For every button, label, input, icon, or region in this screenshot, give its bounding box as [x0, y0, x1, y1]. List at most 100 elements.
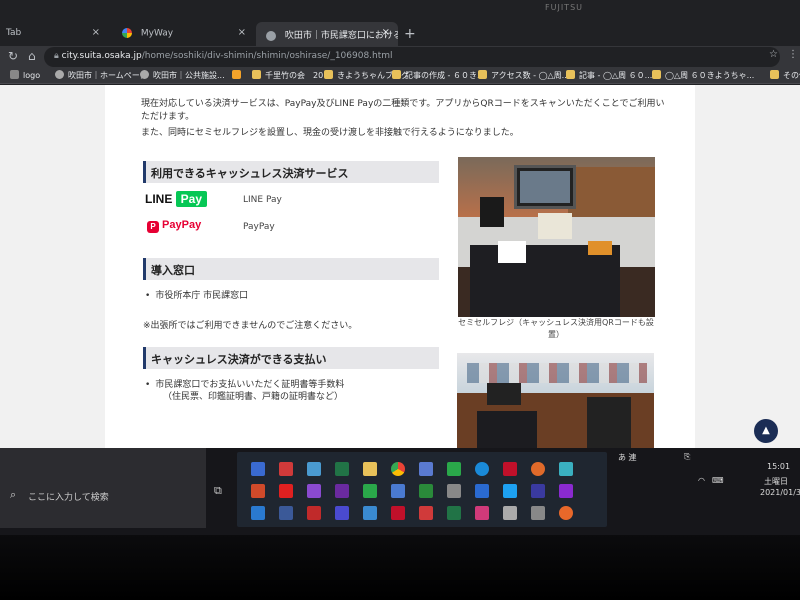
app-icon[interactable]	[559, 462, 573, 476]
app-icon[interactable]	[307, 506, 321, 520]
clock-time[interactable]: 15:01	[767, 462, 790, 471]
bookmark-logo[interactable]: logo	[10, 70, 40, 80]
bookmark-suita-home[interactable]: 吹田市｜ホームページ	[55, 70, 148, 81]
notification-icon[interactable]: ⎘	[684, 452, 690, 462]
taskbar-search[interactable]: ⌕ ここに入力して検索	[0, 448, 206, 528]
app-icon[interactable]	[419, 484, 433, 498]
folder-icon	[252, 70, 261, 79]
ime-indicator[interactable]: あ 連	[618, 452, 637, 463]
clock-weekday[interactable]: 土曜日	[764, 476, 788, 487]
bookmark-label: 記事の作成 - ６０き...	[405, 71, 485, 80]
chrome-icon[interactable]	[391, 462, 405, 476]
excel-icon[interactable]	[335, 462, 349, 476]
bookmark-label: logo	[23, 71, 41, 80]
tab-label: Tab	[6, 28, 22, 38]
intro-text-line2: ただけます。	[141, 112, 195, 122]
app-icon[interactable]	[447, 484, 461, 498]
app-icon[interactable]	[251, 506, 265, 520]
tab-myway[interactable]: MyWay ×	[112, 22, 254, 46]
app-icon[interactable]	[419, 506, 433, 520]
bookmark-folder-article[interactable]: 記事の作成 - ６０き...	[392, 70, 485, 81]
facebook-icon[interactable]	[279, 506, 293, 520]
app-icon[interactable]	[475, 506, 489, 520]
folder-icon	[652, 70, 661, 79]
app-icon[interactable]	[363, 506, 377, 520]
bookmark-label: ◯△周 ６０きようちゃ...	[665, 71, 755, 80]
app-icon[interactable]	[531, 462, 545, 476]
app-icon[interactable]	[251, 484, 265, 498]
tab-1[interactable]: Tab ×	[0, 22, 108, 46]
app-icon[interactable]	[307, 462, 321, 476]
yahoo-icon[interactable]	[391, 506, 405, 520]
app-icon[interactable]	[531, 484, 545, 498]
app-icon[interactable]	[335, 484, 349, 498]
app-icon[interactable]	[251, 462, 265, 476]
url-host: city.suita.osaka.jp	[61, 51, 142, 61]
menu-icon[interactable]: ⋮	[788, 49, 798, 60]
bookmark-4[interactable]	[232, 70, 245, 80]
task-view-icon[interactable]: ⧉	[214, 484, 222, 498]
bookmark-folder-senri[interactable]: 千里竹の会 20	[252, 70, 323, 81]
app-icon[interactable]	[391, 484, 405, 498]
app-icon[interactable]	[447, 462, 461, 476]
browser-toolbar: ↻ ⌂ 🔒︎ city.suita.osaka.jp/home/soshiki/…	[0, 46, 800, 68]
favicon-icon	[55, 70, 64, 79]
search-placeholder: ここに入力して検索	[28, 493, 109, 503]
youtube-icon[interactable]	[279, 484, 293, 498]
bookmark-suita-facilities[interactable]: 吹田市｜公共施設...	[140, 70, 225, 81]
bookmark-label: 吹田市｜ホームページ	[68, 71, 148, 80]
paypay-logo: P PayPay	[147, 219, 201, 233]
twitter-icon[interactable]	[503, 484, 517, 498]
folder-icon	[770, 70, 779, 79]
new-tab-icon[interactable]: +	[404, 26, 416, 42]
bookmark-label: 記事 - ◯△周 ６０...	[579, 71, 653, 80]
address-bar[interactable]: 🔒︎ city.suita.osaka.jp/home/soshiki/div-…	[44, 47, 780, 67]
app-icon[interactable]	[559, 484, 573, 498]
yahoo-icon[interactable]	[503, 462, 517, 476]
folder-icon	[478, 70, 487, 79]
bookmark-folder-access[interactable]: アクセス数 - ◯△周...	[478, 70, 569, 81]
bookmark-folder-kyochan[interactable]: ◯△周 ６０きようちゃ...	[652, 70, 754, 81]
app-icon[interactable]	[363, 484, 377, 498]
wifi-icon[interactable]: ◠	[698, 476, 705, 485]
reload-icon[interactable]: ↻	[8, 49, 18, 63]
url-path: /home/soshiki/div-shimin/shimin/oshirase…	[141, 51, 393, 61]
app-icon[interactable]	[307, 484, 321, 498]
home-icon[interactable]: ⌂	[28, 49, 36, 63]
tab-bar: Tab × MyWay × 吹田市｜市民課窓口におけるキャッ × +	[0, 18, 800, 46]
app-icon[interactable]	[503, 506, 517, 520]
firefox-icon[interactable]	[559, 506, 573, 520]
bookmark-label: 千里竹の会 20	[265, 71, 324, 80]
excel-icon[interactable]	[447, 506, 461, 520]
close-icon[interactable]: ×	[238, 27, 246, 38]
bookmark-label: 吹田市｜公共施設...	[153, 71, 225, 80]
bookmark-other[interactable]: その他	[770, 70, 800, 81]
close-icon[interactable]: ×	[382, 27, 390, 38]
register-photo	[458, 157, 655, 317]
tab-suita-city[interactable]: 吹田市｜市民課窓口におけるキャッ ×	[256, 22, 398, 46]
app-icon[interactable]	[475, 484, 489, 498]
app-icon[interactable]	[279, 462, 293, 476]
folder-icon	[392, 70, 401, 79]
pinned-apps-flyout	[237, 452, 607, 527]
bookmark-label: アクセス数 - ◯△周...	[491, 71, 570, 80]
keyboard-icon[interactable]: ⌨	[712, 476, 724, 485]
clock-date[interactable]: 2021/01/30	[760, 488, 800, 497]
app-icon[interactable]	[531, 506, 545, 520]
line-pay-name: LINE Pay	[243, 195, 282, 205]
app-icon[interactable]	[419, 462, 433, 476]
bookmark-star-icon[interactable]: ☆	[769, 49, 778, 60]
bookmark-folder-kiji[interactable]: 記事 - ◯△周 ６０...	[566, 70, 652, 81]
caption-line2: 置）	[548, 330, 564, 339]
intro-text-line3: また、同時にセミセルフレジを設置し、現金の受け渡しを非接触で行えるようになりまし…	[141, 128, 519, 138]
folder-icon[interactable]	[363, 462, 377, 476]
favicon-icon	[232, 70, 241, 79]
scroll-to-top-button[interactable]: ▲	[754, 419, 778, 443]
monitor-screen: FUJITSU Tab × MyWay × 吹田市｜市民課窓口におけるキャッ ×…	[0, 0, 800, 535]
search-icon: ⌕	[10, 488, 17, 501]
register-photo-caption: セミセルフレジ（キャッシュレス決済用QRコードも設 置）	[441, 317, 671, 341]
close-icon[interactable]: ×	[92, 27, 100, 38]
edge-icon[interactable]	[475, 462, 489, 476]
app-icon[interactable]	[335, 506, 349, 520]
monitor-bezel	[0, 535, 800, 600]
